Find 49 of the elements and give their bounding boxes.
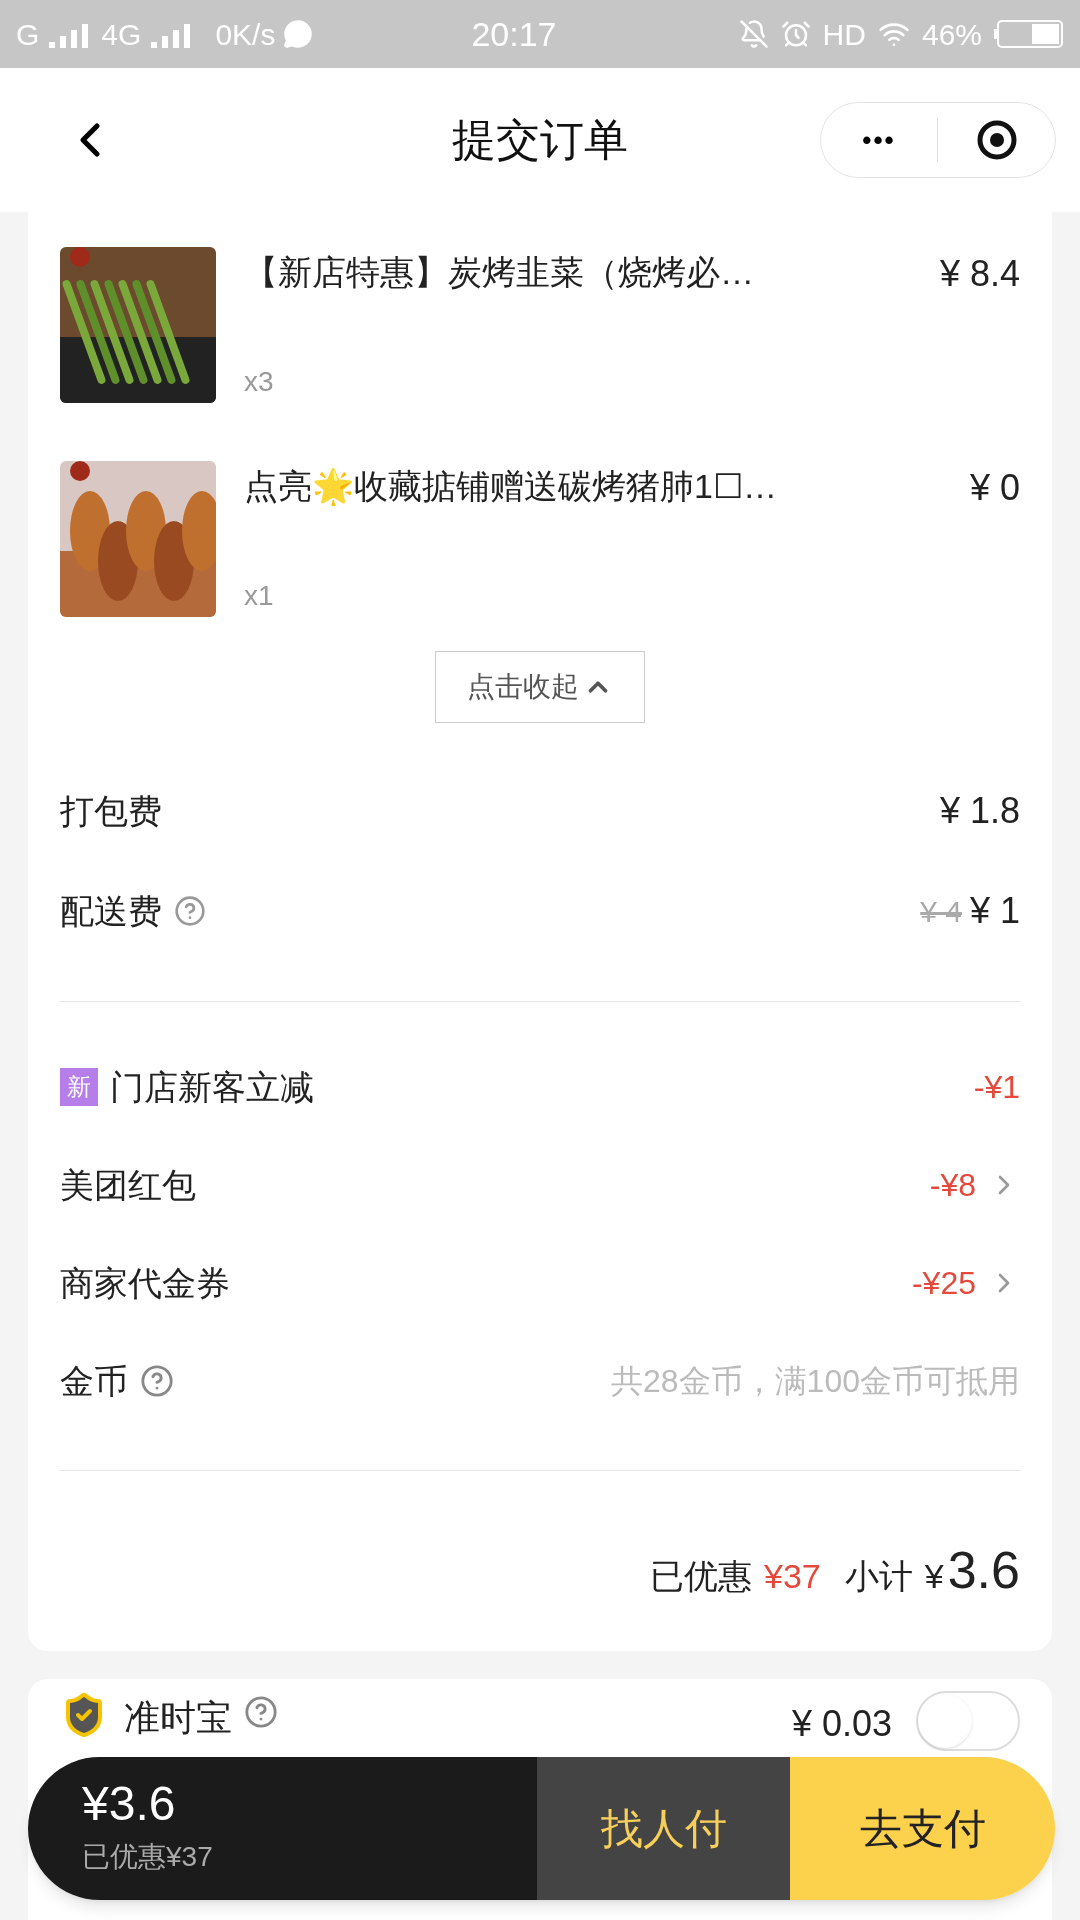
network-label: 4G — [101, 16, 142, 53]
help-icon[interactable] — [140, 1364, 174, 1398]
item-price: ¥ 0 — [969, 466, 1020, 510]
discount-value: 共28金币，满100金币可抵用 — [611, 1362, 1020, 1401]
discount-label: 商家代金券 — [60, 1262, 230, 1304]
mute-icon — [738, 19, 769, 49]
chat-icon — [283, 19, 314, 49]
help-icon[interactable] — [244, 1695, 278, 1729]
fee-label: 打包费 — [60, 790, 162, 832]
clock: 20:17 — [471, 13, 557, 55]
fee-label: 配送费 — [60, 890, 162, 932]
network-label: G — [16, 16, 40, 53]
subtotal-label: 小计 — [844, 1556, 913, 1597]
discount-value: -¥25 — [911, 1264, 976, 1303]
insurance-switch[interactable] — [916, 1691, 1020, 1751]
saved-label: 已优惠 — [650, 1556, 753, 1597]
discount-label: 金币 — [60, 1360, 128, 1402]
hd-label: HD — [822, 16, 866, 53]
insurance-price: ¥ 0.03 — [791, 1702, 892, 1746]
total-amount: ¥3.6 — [82, 1779, 177, 1828]
item-name: 点亮🌟收藏掂铺赠送碳烤猪肺1☐… — [244, 466, 777, 508]
item-name: 【新店特惠】炭烤韭菜（烧烤必… — [244, 252, 754, 293]
currency-sign: ¥ — [924, 1556, 944, 1597]
discount-value: -¥1 — [973, 1068, 1020, 1107]
item-quantity: x3 — [244, 365, 275, 399]
pay-button[interactable]: 去支付 — [790, 1757, 1055, 1900]
friend-pay-button[interactable]: 找人付 — [537, 1757, 790, 1900]
fee-price: ¥ 1 — [969, 889, 1020, 933]
saved-amount: ¥37 — [764, 1556, 821, 1597]
more-button[interactable]: ••• — [821, 120, 937, 160]
speed-label: 0K/s — [215, 16, 276, 53]
saved-summary: 已优惠¥37 — [82, 1839, 214, 1874]
insurance-label: 准时宝 — [124, 1696, 232, 1740]
discount-value: -¥8 — [929, 1166, 976, 1205]
discount-label: 美团红包 — [60, 1164, 196, 1206]
alarm-icon — [780, 19, 811, 49]
original-price: ¥ 4 — [920, 893, 962, 930]
battery-icon — [994, 19, 1064, 49]
discount-label: 门店新客立减 — [110, 1066, 314, 1108]
item-quantity: x1 — [244, 579, 275, 613]
help-icon[interactable] — [174, 895, 206, 927]
page-title: 提交订单 — [452, 114, 628, 166]
new-badge: 新 — [60, 1068, 98, 1106]
subtotal-amount: 3.6 — [947, 1540, 1020, 1601]
fee-price: ¥ 1.8 — [939, 789, 1020, 833]
target-icon — [975, 119, 1018, 161]
battery-label: 46% — [921, 16, 982, 53]
item-price: ¥ 8.4 — [939, 252, 1020, 296]
collapse-button[interactable]: 点击收起 — [435, 651, 645, 723]
